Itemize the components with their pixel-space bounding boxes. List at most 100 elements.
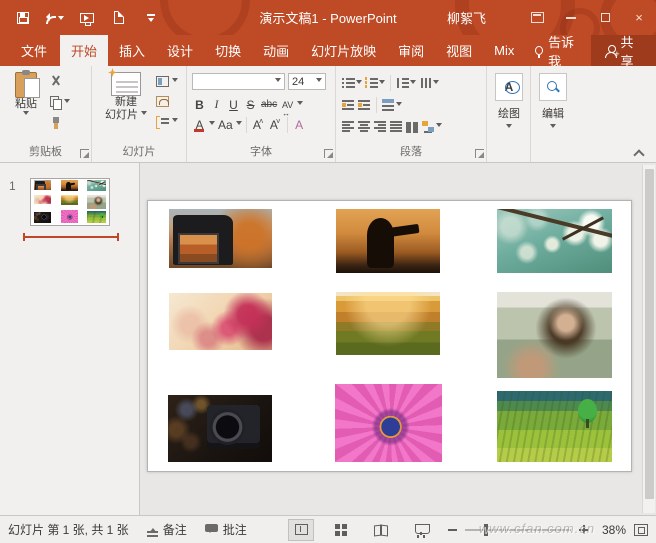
font-name-combo[interactable] xyxy=(192,73,285,90)
editing-button[interactable]: 编辑 xyxy=(538,73,568,131)
tab-insert[interactable]: 插入 xyxy=(108,35,156,66)
reading-view-button[interactable] xyxy=(368,519,394,541)
tab-home[interactable]: 开始 xyxy=(60,35,108,66)
tab-review[interactable]: 审阅 xyxy=(387,35,435,66)
bold-button[interactable]: B xyxy=(192,96,207,113)
slide-1-thumbnail[interactable] xyxy=(30,178,110,226)
justify-button[interactable] xyxy=(390,119,403,134)
slide-sorter-view-button[interactable] xyxy=(328,519,354,541)
slide-photo-9[interactable] xyxy=(497,391,612,463)
undo-button[interactable] xyxy=(46,9,64,27)
clipboard-dialog-launcher[interactable] xyxy=(80,149,89,158)
close-button[interactable]: × xyxy=(622,0,656,35)
character-spacing-button[interactable]: AV xyxy=(280,96,295,113)
tab-mix[interactable]: Mix xyxy=(483,35,525,66)
new-file-icon xyxy=(114,11,124,24)
align-text-button[interactable] xyxy=(382,98,402,113)
format-painter-button[interactable] xyxy=(50,116,70,130)
new-file-button[interactable] xyxy=(110,9,128,27)
paste-button[interactable]: 粘贴 xyxy=(8,72,44,118)
reset-slide-button[interactable] xyxy=(156,94,178,108)
columns-button[interactable] xyxy=(406,119,419,134)
shrink-font-button[interactable]: A˅ xyxy=(268,116,283,133)
clear-formatting-button[interactable]: A xyxy=(292,116,307,133)
tab-view[interactable]: 视图 xyxy=(435,35,483,66)
font-size-combo[interactable]: 24 xyxy=(288,73,326,90)
zoom-out-button[interactable] xyxy=(448,529,457,531)
person-add-icon: + xyxy=(605,45,615,57)
slide-photo-7[interactable] xyxy=(168,395,272,463)
tell-me-box[interactable]: 告诉我 xyxy=(525,35,590,66)
notes-toggle[interactable]: 备注 xyxy=(147,521,187,538)
save-button[interactable] xyxy=(14,9,32,27)
zoom-in-button[interactable] xyxy=(579,525,588,534)
font-dialog-launcher[interactable] xyxy=(324,149,333,158)
vertical-scrollbar[interactable] xyxy=(642,165,655,513)
slide-photo-5[interactable] xyxy=(336,292,439,355)
slide-layout-button[interactable] xyxy=(156,74,178,88)
slide-page[interactable] xyxy=(147,200,632,472)
slideshow-view-button[interactable] xyxy=(408,519,434,541)
normal-view-button[interactable] xyxy=(288,519,314,541)
align-right-button[interactable] xyxy=(374,119,387,134)
plus-glyph: + xyxy=(614,51,619,57)
share-button[interactable]: + 共享 xyxy=(591,35,656,66)
drawing-button[interactable]: A 绘图 xyxy=(494,73,524,131)
line-spacing-button[interactable] xyxy=(396,76,416,91)
minimize-button[interactable] xyxy=(554,0,588,35)
tab-animations[interactable]: 动画 xyxy=(252,35,300,66)
cut-button[interactable] xyxy=(50,74,70,88)
customize-qat-button[interactable] xyxy=(142,9,160,27)
increase-indent-button[interactable] xyxy=(358,98,371,113)
underline-button[interactable]: U xyxy=(226,96,241,113)
signed-in-user[interactable]: 柳絮飞 xyxy=(447,0,486,35)
numbering-button[interactable] xyxy=(365,76,385,91)
change-case-button[interactable]: Aa xyxy=(217,116,234,133)
slide-photo-4[interactable] xyxy=(169,293,272,350)
strikethrough-button[interactable]: abc xyxy=(260,96,278,113)
smartart-convert-button[interactable] xyxy=(422,119,442,134)
font-color-button[interactable]: A xyxy=(192,116,207,133)
ribbon: 粘贴 剪贴板 新建 幻灯片 幻灯片 xyxy=(0,66,656,163)
slide-sorter-icon xyxy=(335,524,347,536)
paragraph-dialog-launcher[interactable] xyxy=(475,149,484,158)
slide-photo-8[interactable] xyxy=(335,384,442,462)
slide-photo-2[interactable] xyxy=(336,209,439,274)
clipboard-mini-buttons xyxy=(50,74,70,130)
section-button[interactable] xyxy=(156,114,178,128)
start-slideshow-button[interactable] xyxy=(78,9,96,27)
decrease-indent-button[interactable] xyxy=(342,98,355,113)
comments-toggle[interactable]: 批注 xyxy=(205,521,247,538)
text-direction-button[interactable] xyxy=(419,76,439,91)
maximize-button[interactable] xyxy=(588,0,622,35)
slide-photo-3[interactable] xyxy=(497,209,612,274)
align-center-button[interactable] xyxy=(358,119,371,134)
share-label: 共享 xyxy=(620,32,642,70)
scrollbar-thumb[interactable] xyxy=(645,169,654,499)
copy-button[interactable] xyxy=(50,95,70,109)
collapse-ribbon-button[interactable] xyxy=(632,148,646,158)
fit-slide-to-window-button[interactable] xyxy=(634,524,648,536)
slide-photo-1[interactable] xyxy=(169,209,272,269)
grow-font-button[interactable]: A˄ xyxy=(251,116,266,133)
slide-photo-6[interactable] xyxy=(497,292,612,377)
comments-label: 批注 xyxy=(223,521,247,538)
tab-file[interactable]: 文件 xyxy=(8,35,60,66)
slide-editor-canvas[interactable] xyxy=(141,163,656,515)
bullets-button[interactable] xyxy=(342,76,362,91)
tab-transitions[interactable]: 切换 xyxy=(204,35,252,66)
align-left-button[interactable] xyxy=(342,119,355,134)
tab-slideshow[interactable]: 幻灯片放映 xyxy=(300,35,387,66)
align-text-icon xyxy=(382,99,395,111)
text-direction-icon xyxy=(419,77,432,89)
thumb-photo-3 xyxy=(87,180,106,191)
new-slide-button[interactable]: 新建 幻灯片 xyxy=(102,72,150,122)
text-shadow-button[interactable]: S xyxy=(243,96,258,113)
italic-button[interactable]: I xyxy=(209,96,224,113)
chevron-down-icon xyxy=(436,123,442,130)
zoom-level[interactable]: 38% xyxy=(596,523,626,537)
ribbon-display-options-button[interactable] xyxy=(520,0,554,35)
zoom-slider[interactable] xyxy=(465,529,571,531)
tab-design[interactable]: 设计 xyxy=(156,35,204,66)
zoom-slider-handle[interactable] xyxy=(484,524,488,536)
